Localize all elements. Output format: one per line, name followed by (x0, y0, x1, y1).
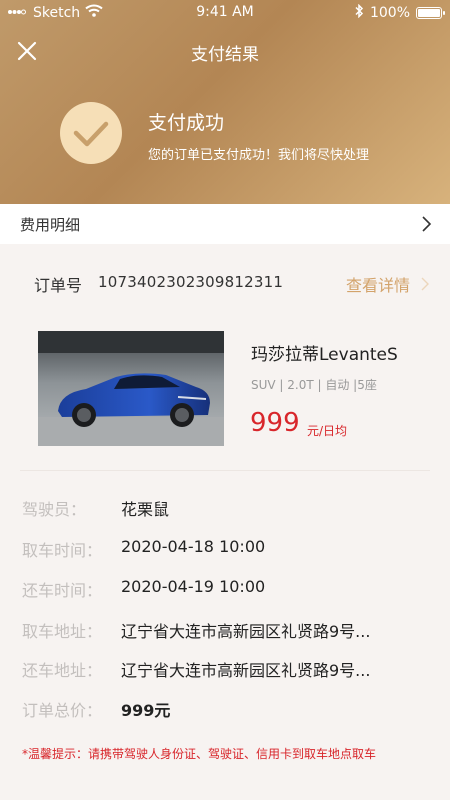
detail-label: 还车地址： (22, 661, 103, 680)
view-detail-chevron-icon[interactable] (420, 276, 430, 292)
order-number: 1073402302309812311 (98, 273, 284, 291)
bluetooth-icon (354, 3, 364, 22)
car-price: 999 (250, 408, 300, 438)
detail-label: 取车地址： (22, 622, 103, 641)
fee-detail-row[interactable]: 费用明细 (0, 204, 450, 244)
nav-bar: 支付结果 (0, 30, 450, 70)
fee-detail-label: 费用明细 (20, 215, 81, 234)
status-right: 100% (354, 3, 445, 22)
result-message: 您的订单已支付成功！我们将尽快处理 (148, 148, 370, 163)
car-name: 玛莎拉蒂LevanteS (251, 345, 398, 365)
header-banner: Sketch 9:41 AM 100% 支付结果 支付成功 您的订单已支付成功！… (0, 0, 450, 204)
detail-label: 驾驶员： (22, 500, 87, 519)
order-number-label: 订单号 (34, 276, 83, 295)
car-image (38, 331, 224, 446)
car-spec: SUV | 2.0T | 自动 |5座 (251, 378, 377, 392)
status-bar: Sketch 9:41 AM 100% (0, 0, 450, 26)
view-detail-link[interactable]: 查看详情 (346, 272, 410, 296)
divider (20, 470, 430, 471)
detail-value: 辽宁省大连市高新园区礼贤路9号... (121, 622, 371, 641)
result-title: 支付成功 (148, 112, 225, 134)
pickup-tip: *温馨提示：请携带驾驶人身份证、驾驶证、信用卡到取车地点取车 (22, 747, 377, 761)
detail-value: 2020-04-19 10:00 (121, 577, 266, 596)
page-title: 支付结果 (191, 45, 259, 65)
detail-value: 辽宁省大连市高新园区礼贤路9号... (121, 661, 371, 680)
success-badge (60, 102, 122, 164)
battery-percent: 100% (369, 5, 410, 21)
detail-value: 2020-04-18 10:00 (121, 537, 266, 556)
detail-label: 还车时间： (22, 581, 103, 600)
checkmark-icon (73, 121, 109, 147)
car-price-unit: 元/日均 (307, 424, 348, 438)
detail-label: 订单总价： (22, 701, 103, 720)
chevron-right-icon (422, 216, 432, 232)
detail-value: 999元 (121, 701, 171, 720)
detail-label: 取车时间： (22, 541, 103, 560)
detail-value: 花栗鼠 (121, 500, 170, 519)
battery-icon (416, 7, 445, 19)
